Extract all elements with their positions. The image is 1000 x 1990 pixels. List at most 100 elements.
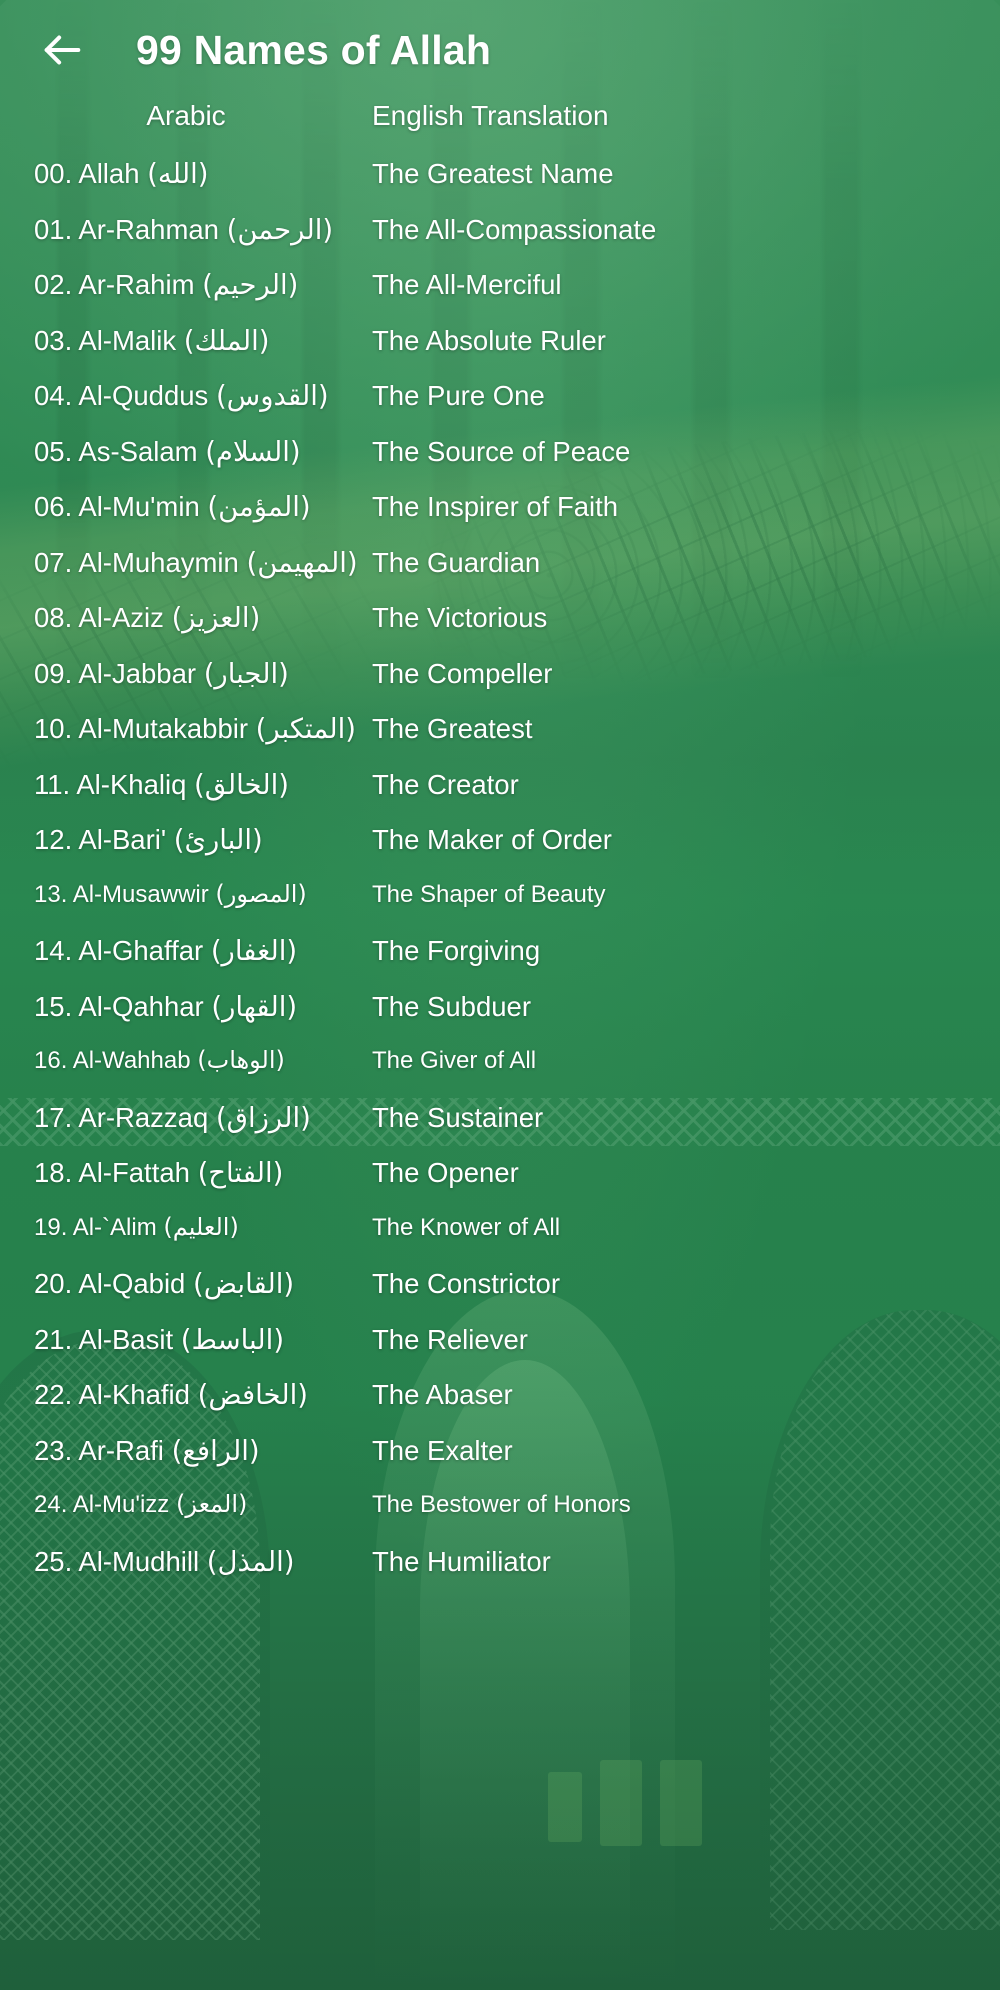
cell-arabic: 09. Al-Jabbar (الجبار) <box>0 658 372 690</box>
cell-arabic: 25. Al-Mudhill (المذل) <box>0 1546 372 1578</box>
cell-english-translation: The Greatest Name <box>372 158 614 189</box>
cell-english-translation: The Guardian <box>372 546 541 578</box>
table-row[interactable]: 22. Al-Khafid (الخافض) The Abaser <box>0 1379 1000 1435</box>
arabic-name: (الخالق) <box>194 768 289 801</box>
table-row[interactable]: 18. Al-Fattah (الفتاح) The Opener <box>0 1157 1000 1213</box>
cell-english-translation: The Humiliator <box>372 1545 551 1577</box>
table-row[interactable]: 04. Al-Quddus (القدوس) The Pure One <box>0 380 1000 436</box>
arabic-name: (الغفار) <box>210 935 298 967</box>
cell-english-translation: The All-Compassionate <box>372 213 657 245</box>
table-row[interactable]: 23. Ar-Rafi (الرافع) The Exalter <box>0 1435 1000 1491</box>
cell-arabic: 19. Al-`Alim (العليم) <box>0 1213 372 1242</box>
table-row[interactable]: 10. Al-Mutakabbir (المتكبر) The Greatest <box>0 713 1000 769</box>
cell-english-translation: The Maker of Order <box>372 824 612 855</box>
table-row[interactable]: 16. Al-Wahhab (الوهاب) The Giver of All <box>0 1046 1000 1102</box>
arabic-name: (الله) <box>147 158 209 190</box>
table-header-row: Arabic English Translation <box>0 100 1000 158</box>
row-index: 23. <box>34 1434 73 1466</box>
transliterated-name: Al-Aziz <box>78 602 164 633</box>
transliterated-name: Al-`Alim <box>72 1213 157 1241</box>
table-row[interactable]: 13. Al-Musawwir (المصور) The Shaper of Be… <box>0 880 1000 936</box>
table-row[interactable]: 09. Al-Jabbar (الجبار) The Compeller <box>0 658 1000 714</box>
transliterated-name: Al-Mu'min <box>78 491 200 522</box>
table-row[interactable]: 21. Al-Basit (الباسط) The Reliever <box>0 1324 1000 1380</box>
transliterated-name: Ar-Rafi <box>78 1434 164 1466</box>
transliterated-name: Al-Basit <box>78 1323 174 1355</box>
arabic-name: (الرحيم) <box>202 269 299 301</box>
transliterated-name: Al-Quddus <box>78 380 209 411</box>
arabic-name: (المهيمن) <box>246 546 358 579</box>
table-row[interactable]: 25. Al-Mudhill (المذل) The Humiliator <box>0 1546 1000 1602</box>
arabic-name: (القابض) <box>193 1268 295 1300</box>
names-table: Arabic English Translation 00. Allah (ال… <box>0 100 1000 1601</box>
cell-arabic: 10. Al-Mutakabbir (المتكبر) <box>0 713 372 745</box>
transliterated-name: Al-Qabid <box>78 1268 186 1299</box>
table-row[interactable]: 20. Al-Qabid (القابض) The Constrictor <box>0 1268 1000 1324</box>
row-index: 03. <box>34 324 73 356</box>
cell-arabic: 07. Al-Muhaymin (المهيمن) <box>0 547 372 579</box>
arabic-name: (الفتاح) <box>197 1157 284 1189</box>
transliterated-name: Al-Fattah <box>78 1157 190 1188</box>
cell-english-translation: The Compeller <box>372 657 553 689</box>
arabic-name: (الخافض) <box>197 1379 309 1411</box>
row-index: 18. <box>34 1157 73 1188</box>
arabic-name: (المذل) <box>206 1545 295 1578</box>
cell-english-translation: The Victorious <box>372 602 548 633</box>
table-row[interactable]: 00. Allah (الله) The Greatest Name <box>0 158 1000 214</box>
cell-english-translation: The All-Merciful <box>372 269 562 300</box>
row-index: 17. <box>34 1101 73 1133</box>
row-index: 06. <box>34 491 73 522</box>
cell-english-translation: The Shaper of Beauty <box>372 880 606 908</box>
arabic-name: (العزيز) <box>171 602 261 634</box>
cell-english-translation: The Forgiving <box>372 935 541 966</box>
transliterated-name: Allah <box>78 158 140 189</box>
row-index: 11. <box>34 768 71 800</box>
arabic-name: (الجبار) <box>203 657 289 690</box>
cell-arabic: 06. Al-Mu'min (المؤمن) <box>0 491 372 523</box>
table-row[interactable]: 03. Al-Malik (الملك) The Absolute Ruler <box>0 325 1000 381</box>
arabic-name: (الرافع) <box>171 1434 260 1467</box>
row-index: 13. <box>34 880 68 908</box>
table-row[interactable]: 05. As-Salam (السلام) The Source of Peace <box>0 436 1000 492</box>
column-header-arabic: Arabic <box>146 100 226 131</box>
table-row[interactable]: 08. Al-Aziz (العزيز) The Victorious <box>0 602 1000 658</box>
cell-english-translation: The Bestower of Honors <box>372 1491 631 1518</box>
table-row[interactable]: 14. Al-Ghaffar (الغفار) The Forgiving <box>0 935 1000 991</box>
back-button[interactable] <box>34 22 90 78</box>
cell-english-translation: The Reliever <box>372 1323 528 1355</box>
cell-english-translation: The Constrictor <box>372 1268 560 1299</box>
cell-english-translation: The Source of Peace <box>372 435 631 467</box>
arabic-name: (القدوس) <box>215 380 329 412</box>
background-window-pane <box>548 1772 582 1842</box>
table-row[interactable]: 24. Al-Mu'izz (المعز) The Bestower of Hon… <box>0 1490 1000 1546</box>
table-row[interactable]: 02. Ar-Rahim (الرحيم) The All-Merciful <box>0 269 1000 325</box>
table-row[interactable]: 12. Al-Bari' (البارئ) The Maker of Order <box>0 824 1000 880</box>
arabic-name: (المتكبر) <box>255 713 356 745</box>
row-index: 07. <box>34 546 73 578</box>
transliterated-name: Al-Wahhab <box>72 1047 191 1074</box>
transliterated-name: Al-Mu'izz <box>72 1491 170 1518</box>
table-row[interactable]: 06. Al-Mu'min (المؤمن) The Inspirer of Fa… <box>0 491 1000 547</box>
cell-arabic: 02. Ar-Rahim (الرحيم) <box>0 269 372 301</box>
back-arrow-icon <box>39 27 85 73</box>
row-index: 00. <box>34 158 73 189</box>
table-row[interactable]: 11. Al-Khaliq (الخالق) The Creator <box>0 769 1000 825</box>
cell-arabic: 14. Al-Ghaffar (الغفار) <box>0 935 372 967</box>
table-row[interactable]: 17. Ar-Razzaq (الرزاق) The Sustainer <box>0 1102 1000 1158</box>
table-row[interactable]: 15. Al-Qahhar (القهار) The Subduer <box>0 991 1000 1047</box>
app-bar: 99 Names of Allah <box>0 0 1000 100</box>
cell-english-translation: The Exalter <box>372 1434 513 1466</box>
row-index: 19. <box>34 1213 68 1241</box>
cell-arabic: 03. Al-Malik (الملك) <box>0 325 372 357</box>
table-row[interactable]: 01. Ar-Rahman (الرحمن) The All-Compassion… <box>0 214 1000 270</box>
row-index: 05. <box>34 435 73 467</box>
cell-arabic: 21. Al-Basit (الباسط) <box>0 1324 372 1356</box>
cell-arabic: 23. Ar-Rafi (الرافع) <box>0 1435 372 1467</box>
row-index: 12. <box>34 824 73 855</box>
table-row[interactable]: 19. Al-`Alim (العليم) The Knower of All <box>0 1213 1000 1269</box>
cell-arabic: 16. Al-Wahhab (الوهاب) <box>0 1046 372 1075</box>
table-row[interactable]: 07. Al-Muhaymin (المهيمن) The Guardian <box>0 547 1000 603</box>
transliterated-name: Al-Jabbar <box>78 657 197 689</box>
cell-english-translation: The Inspirer of Faith <box>372 491 619 522</box>
cell-english-translation: The Creator <box>372 768 519 800</box>
